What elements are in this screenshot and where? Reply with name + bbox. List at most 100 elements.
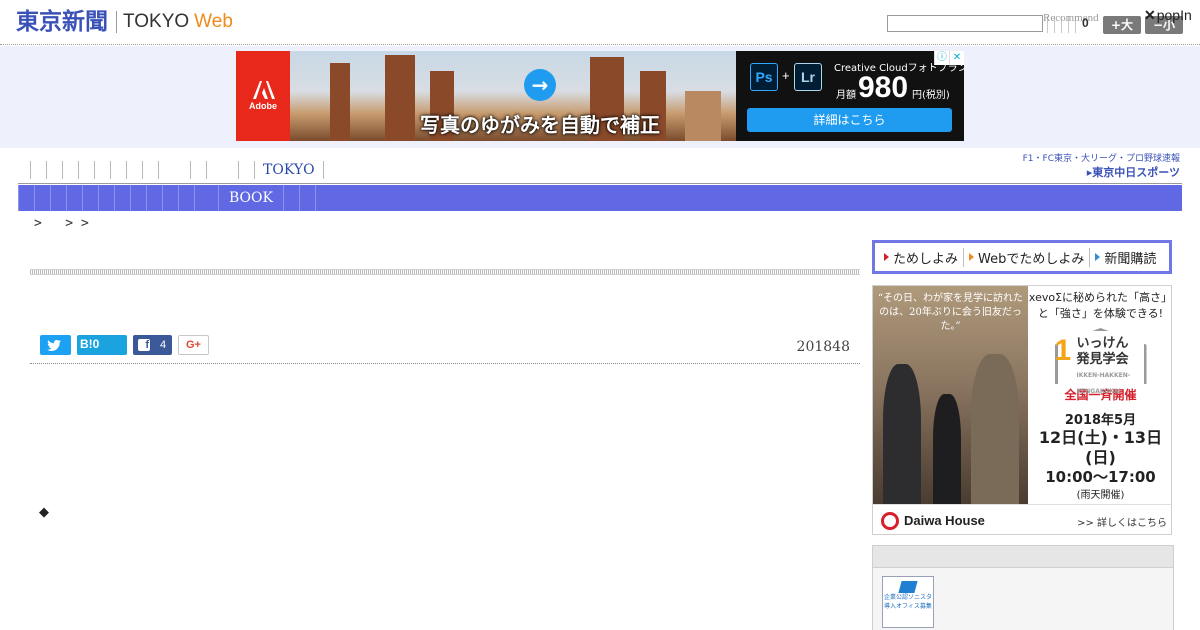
category-item[interactable] <box>284 185 300 211</box>
chunichi-tagline: F1・FC東京・大リーグ・プロ野球速報 <box>1022 154 1180 164</box>
tab-subscribe[interactable]: 新聞購読 <box>1090 248 1161 267</box>
ad-cta-button[interactable]: 詳細はこちら <box>747 108 952 132</box>
event-logo-number: 1 <box>1054 334 1072 367</box>
lightroom-icon: Lr <box>794 63 822 91</box>
tab-label: 新聞購読 <box>1104 251 1157 267</box>
adchoices-icon[interactable]: ⓘ <box>934 51 949 65</box>
category-item[interactable] <box>130 185 146 211</box>
event-romaji: IKKEN-HAKKEN-KENGAKUKAI <box>1076 372 1131 395</box>
category-item[interactable] <box>98 185 114 211</box>
person-figure <box>883 364 921 504</box>
tab-web-tameshiyomi[interactable]: Webでためしよみ <box>964 247 1091 267</box>
category-item[interactable] <box>34 185 50 211</box>
site-logo[interactable]: 東京新聞 TOKYO Web <box>16 8 233 36</box>
sonysta-logo-icon <box>898 581 918 593</box>
ad-caption: 写真のゆがみを自動で補正 <box>420 113 660 137</box>
popin-label: popIn <box>1156 7 1192 23</box>
triangle-right-icon <box>884 253 889 261</box>
article-divider <box>30 363 860 364</box>
page: 東京新聞 TOKYO Web Recommend 0 +大 −小 ✕popIn … <box>0 0 1200 630</box>
category-item[interactable] <box>300 185 316 211</box>
font-size-up-button[interactable]: +大 <box>1103 16 1141 34</box>
category-item[interactable] <box>194 185 218 211</box>
category-item[interactable] <box>146 185 162 211</box>
breadcrumb[interactable]: > > > <box>34 216 89 231</box>
category-item[interactable] <box>66 185 82 211</box>
krakow-photo: → 写真のゆがみを自動で補正 <box>290 51 736 141</box>
close-icon[interactable]: ✕ <box>1144 7 1156 23</box>
nav-item[interactable] <box>78 161 94 179</box>
event-logo: 1 いっけん 発見学会 IKKEN-HAKKEN-KENGAKUKAI <box>1051 328 1151 395</box>
category-item[interactable] <box>50 185 66 211</box>
person-figure <box>933 394 961 504</box>
ad-choices[interactable]: ⓘ ✕ <box>934 51 964 65</box>
facebook-share-button[interactable]: f4 <box>133 335 172 355</box>
daiwa-house-ad[interactable]: “その日、わが家を見学に訪れたのは、20年ぶりに会う旧友だった。” xevoΣに… <box>872 285 1172 535</box>
event-title: いっけん 発見学会 IKKEN-HAKKEN-KENGAKUKAI <box>1077 336 1151 400</box>
category-item[interactable] <box>162 185 178 211</box>
person-figure <box>971 354 1019 504</box>
ad-quote: “その日、わが家を見学に訪れたのは、20年ぶりに会う旧友だった。” <box>877 293 1024 332</box>
popin-close[interactable]: ✕popIn <box>1144 7 1192 24</box>
category-item[interactable] <box>82 185 98 211</box>
ad-photo: “その日、わが家を見学に訪れたのは、20年ぶりに会う旧友だった。” <box>873 286 1028 504</box>
arrow-right-icon: → <box>524 69 556 101</box>
nav-item[interactable] <box>46 161 62 179</box>
category-item[interactable] <box>114 185 130 211</box>
nav-item[interactable] <box>142 161 158 179</box>
hatena-bookmark-button[interactable]: B!0 <box>77 335 127 355</box>
facebook-icon: f <box>138 339 150 351</box>
category-item[interactable] <box>178 185 194 211</box>
category-item[interactable] <box>18 185 34 211</box>
chunichi-logo: ▸東京中日スポーツ <box>1086 166 1180 179</box>
search-input[interactable] <box>887 15 1043 32</box>
tower-shape <box>685 91 721 141</box>
google-plus-button[interactable]: G+ <box>178 335 209 355</box>
site-header: 東京新聞 TOKYO Web Recommend 0 +大 −小 ✕popIn <box>0 0 1200 45</box>
close-ad-icon[interactable]: ✕ <box>949 51 964 65</box>
nav-item[interactable] <box>94 161 110 179</box>
chunichi-sports-link[interactable]: F1・FC東京・大リーグ・プロ野球速報 ▸東京中日スポーツ <box>1010 154 1180 181</box>
nav-item[interactable] <box>158 161 190 179</box>
ad-more-link[interactable]: >> 詳しくはこちら <box>1077 514 1167 529</box>
section-nav: TOKYO <box>30 160 324 180</box>
panel-header <box>873 546 1173 568</box>
tab-tameshiyomi[interactable]: ためしよみ <box>879 247 965 267</box>
event-time: 10:00〜17:00 <box>1045 468 1156 486</box>
price-label: 月額 <box>836 90 856 101</box>
price-unit: 円(税別) <box>912 90 950 101</box>
banner-text: 企業公認ソニスタ導入オフィス募集 <box>883 594 932 610</box>
tab-label: ためしよみ <box>893 251 959 267</box>
nav-tokyo[interactable]: TOKYO <box>254 161 324 179</box>
category-book[interactable]: BOOK <box>218 185 284 211</box>
triangle-right-icon <box>1095 253 1101 261</box>
adobe-wordmark: Adobe <box>249 101 277 111</box>
ad-event-info: xevoΣに秘められた「高さ」と「強さ」を体験できる! 1 いっけん 発見学会 … <box>1028 286 1172 504</box>
event-days: 12日(土)・13日(日) <box>1038 428 1163 467</box>
nav-item[interactable] <box>190 161 206 179</box>
ad-offer: Ps + Lr Creative Cloudフォトプラン 月額 980 円(税別… <box>736 51 964 141</box>
adobe-logo-icon <box>253 81 275 99</box>
reading-tabs: ためしよみ Webでためしよみ 新聞購読 <box>872 240 1172 274</box>
ad-headline: xevoΣに秘められた「高さ」と「強さ」を体験できる! <box>1028 291 1172 320</box>
sonysta-office-banner[interactable]: 企業公認ソニスタ導入オフィス募集 <box>882 576 934 628</box>
daiwa-logo-icon <box>881 512 899 530</box>
event-month: 2018年5月 <box>1064 413 1137 428</box>
category-nav-bar: BOOK <box>18 185 1182 211</box>
nav-divider <box>18 183 1182 184</box>
nav-item[interactable] <box>30 161 46 179</box>
nav-item[interactable] <box>126 161 142 179</box>
recommend-count: 0 <box>1082 16 1089 30</box>
logo-japanese: 東京新聞 <box>16 9 108 35</box>
nav-item[interactable] <box>62 161 78 179</box>
twitter-share-button[interactable] <box>40 335 71 355</box>
tab-label: Webでためしよみ <box>978 251 1085 267</box>
nav-item[interactable] <box>238 161 254 179</box>
nav-item[interactable] <box>110 161 126 179</box>
daiwa-logo: Daiwa House <box>904 513 985 528</box>
recommend-label: Recommend <box>1043 12 1099 24</box>
ad-band: Adobe → 写真のゆがみを自動で補正 Ps + Lr Creative Cl… <box>0 46 1200 148</box>
tower-shape <box>385 55 415 141</box>
nav-item[interactable] <box>206 161 238 179</box>
adobe-banner-ad[interactable]: Adobe → 写真のゆがみを自動で補正 Ps + Lr Creative Cl… <box>236 51 964 141</box>
